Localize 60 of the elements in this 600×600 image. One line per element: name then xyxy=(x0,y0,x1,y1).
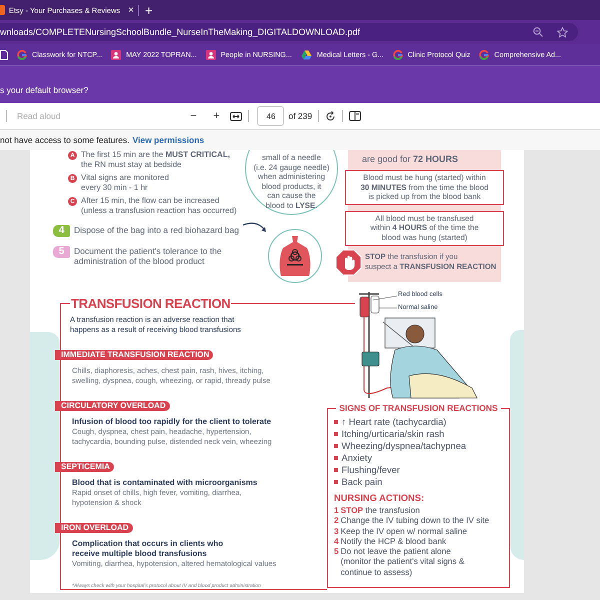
triangle-logo-icon xyxy=(300,50,312,60)
zoom-out-button[interactable]: − xyxy=(184,110,202,122)
action-number: 2 xyxy=(334,515,339,526)
person-icon xyxy=(111,50,122,60)
step-text: After 15 min, the flow can be increased (unless a transfusion reaction has occurred) xyxy=(81,196,237,216)
section-title: TRANSFUSION REACTION xyxy=(70,296,232,310)
reaction-definition: Complication that occurs in clients who receive multiple blood transfusions xyxy=(72,539,224,559)
reaction-label: SEPTICEMIA xyxy=(55,462,114,472)
stop-hand-icon xyxy=(335,248,362,276)
view-permissions-link[interactable]: View permissions xyxy=(132,135,204,145)
reaction-label: IRON OVERLOAD xyxy=(55,523,133,533)
sign-item: Back pain xyxy=(342,476,382,488)
action-text: Change the IV tubing down to the IV site xyxy=(340,515,490,526)
action-text: Do not leave the patient alone (monitor the patient's vital signs & continue to assess) xyxy=(340,546,464,578)
sign-item: Anxiety xyxy=(342,452,372,464)
g-logo-icon xyxy=(392,50,403,60)
reaction-definition: Infusion of blood too rapidly for the client to tolerate xyxy=(72,417,272,427)
zoom-in-button[interactable]: + xyxy=(207,110,226,122)
new-tab-button[interactable]: + xyxy=(139,2,159,18)
step-text: Vital signs are monitored every 30 min - 1 hr xyxy=(81,173,169,193)
action-number: 1 xyxy=(334,505,339,516)
storage-note: are good for 72 HOURS xyxy=(362,154,460,164)
curved-arrow xyxy=(242,221,268,233)
step-number: 4 xyxy=(53,225,70,237)
g-logo-icon xyxy=(17,50,27,60)
step-number: 5 xyxy=(53,246,70,258)
action-text: STOP the transfusion xyxy=(340,505,420,516)
sign-item: Wheezing/dyspnea/tachypnea xyxy=(342,440,466,452)
person-icon xyxy=(206,50,216,60)
g-logo-icon xyxy=(479,50,490,60)
action-text: Notify the HCP & blood bank xyxy=(340,536,446,546)
reaction-label: IMMEDIATE TRANSFUSION REACTION xyxy=(55,350,214,360)
sign-item: Itching/urticaria/skin rash xyxy=(342,428,444,440)
action-text: Keep the IV open w/ normal saline xyxy=(340,526,467,536)
rotate-icon[interactable] xyxy=(325,110,336,122)
page-number-field[interactable]: 46 xyxy=(257,106,284,126)
sign-item: Flushing/fever xyxy=(342,464,400,476)
tab-close-button[interactable]: × xyxy=(124,4,138,16)
default-browser-prompt: s your default browser? xyxy=(0,85,88,95)
page-count: of 239 xyxy=(288,111,312,121)
step-text: The first 15 min are the MUST CRITICAL, the RN must stay at bedside xyxy=(81,150,230,170)
tab-favicon-icon xyxy=(0,5,5,15)
page-icon xyxy=(0,50,8,60)
action-number: 4 xyxy=(334,536,339,546)
action-number: 5 xyxy=(334,546,339,558)
address-bar[interactable]: wnloads/COMPLETENursingSchoolBundle_NurseInTheMaking_DIGITALDOWNLOAD.pdf xyxy=(0,23,578,41)
fit-width-icon[interactable] xyxy=(230,112,242,120)
reaction-label: CIRCULATORY OVERLOAD xyxy=(55,401,170,411)
step-text: Document the patient's tolerance to the administration of the blood product xyxy=(74,246,222,266)
signs-title: SIGNS OF TRANSFUSION REACTIONS xyxy=(336,403,501,413)
step-text: Dispose of the bag into a red biohazard bag xyxy=(74,225,239,237)
leader-line xyxy=(372,296,398,308)
action-number: 3 xyxy=(334,526,339,536)
sign-item: ↑ Heart rate (tachycardia) xyxy=(342,416,446,428)
zoom-icon[interactable] xyxy=(533,27,543,37)
reaction-definition: Blood that is contaminated with microorganisms xyxy=(72,478,258,488)
info-message: not have access to some features. xyxy=(0,135,130,145)
page-view-icon[interactable] xyxy=(349,111,362,121)
star-icon[interactable] xyxy=(557,26,568,38)
actions-title: NURSING ACTIONS: xyxy=(334,493,426,503)
